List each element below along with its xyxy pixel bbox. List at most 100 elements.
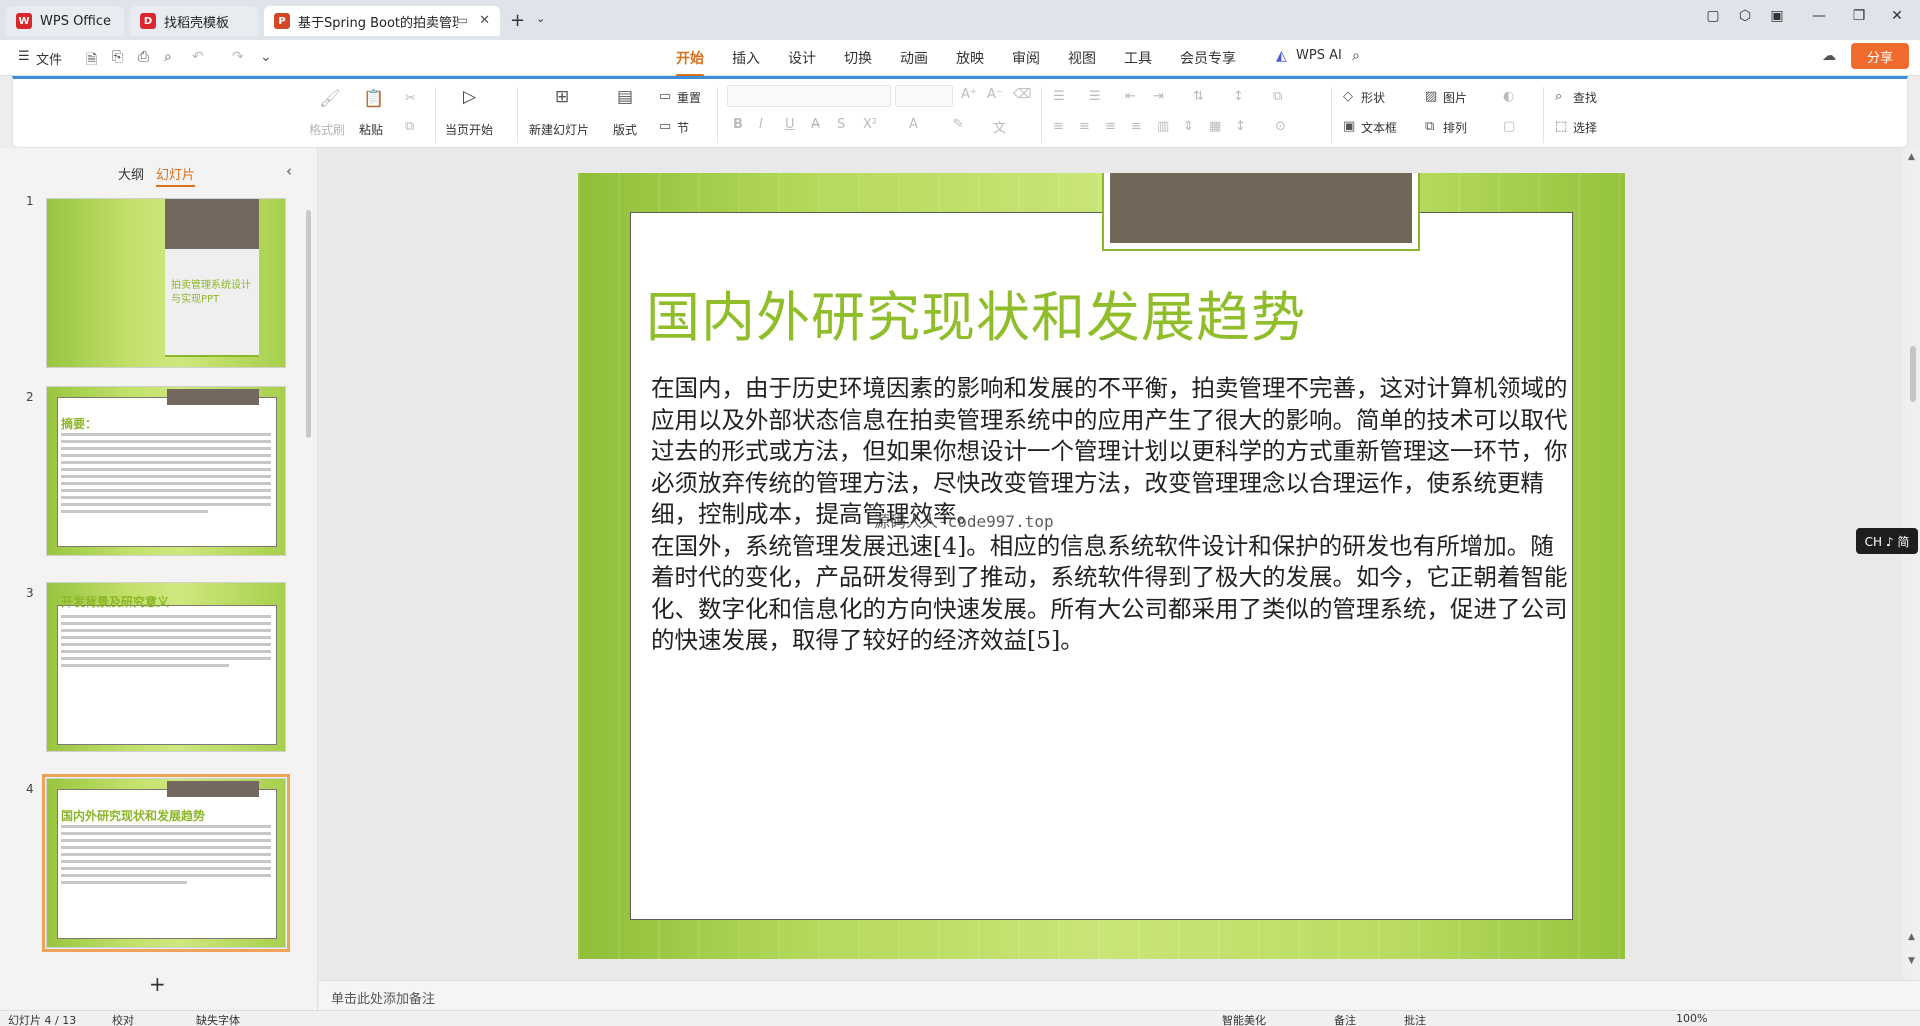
share-button[interactable]: 分享 <box>1851 43 1909 69</box>
restore-icon[interactable]: ❐ <box>1846 8 1872 32</box>
outline-icon[interactable]: ▢ <box>1503 119 1515 134</box>
textbox-button[interactable]: 文本框 <box>1361 119 1397 136</box>
picture-button[interactable]: 图片 <box>1443 89 1467 106</box>
menu-tab-view[interactable]: 视图 <box>1068 48 1096 68</box>
menu-tab-review[interactable]: 审阅 <box>1012 48 1040 68</box>
tab-current-document[interactable]: P 基于Spring Boot的拍卖管理 ▭ ✕ <box>264 6 500 36</box>
panel-scrollbar[interactable] <box>306 210 311 438</box>
find-icon[interactable]: ⌕ <box>1555 89 1562 104</box>
format-painter-button[interactable]: 格式刷 <box>309 121 345 138</box>
undo-icon[interactable]: ↶ <box>192 49 204 65</box>
export-icon[interactable]: ⎘ <box>112 49 123 65</box>
scroll-up-icon[interactable]: ▲ <box>1908 932 1915 942</box>
bold-icon[interactable]: B <box>733 117 743 132</box>
print-icon[interactable]: ⎙ <box>138 49 149 65</box>
increase-font-icon[interactable]: A⁺ <box>961 87 977 102</box>
font-family-select[interactable] <box>727 85 891 107</box>
distribute-icon[interactable]: ▥ <box>1157 119 1169 134</box>
comments-toggle-button[interactable]: 批注 <box>1404 1012 1426 1026</box>
line-spacing-icon[interactable]: ↕ <box>1233 89 1244 104</box>
file-menu[interactable]: 文件 <box>36 49 62 68</box>
arrange-icon[interactable]: ⧉ <box>1425 119 1434 134</box>
monitor-icon[interactable]: ▭ <box>457 13 468 27</box>
slide-thumbnail-2[interactable]: 摘要： <box>46 386 286 556</box>
tab-wps-office[interactable]: W WPS Office <box>6 6 124 36</box>
shadow-icon[interactable]: S <box>837 117 845 132</box>
font-size-select[interactable] <box>895 85 953 107</box>
slide-thumbnail-4[interactable]: 国内外研究现状和发展趋势 <box>42 774 290 952</box>
play-from-current-button[interactable]: 当页开始 <box>445 121 493 138</box>
save-icon[interactable]: 🗎 <box>86 49 97 73</box>
menu-tab-insert[interactable]: 插入 <box>732 48 760 68</box>
columns-icon[interactable]: ▦ <box>1209 119 1221 134</box>
align-center-icon[interactable]: ≡ <box>1079 119 1090 134</box>
wps-ai-button[interactable]: WPS AI <box>1296 48 1342 63</box>
slide-thumbnail-3[interactable]: 开发背景及研究意义 <box>46 582 286 752</box>
play-icon[interactable]: ▷ <box>463 87 476 107</box>
new-slide-icon[interactable]: ⊞ <box>555 87 569 107</box>
notes-area[interactable]: 单击此处添加备注 <box>319 980 1920 1010</box>
minimize-icon[interactable]: — <box>1806 8 1832 32</box>
decrease-font-icon[interactable]: A⁻ <box>987 87 1003 102</box>
tab-docer-templates[interactable]: D 找稻壳模板 <box>130 6 258 36</box>
more-quick-access-icon[interactable]: ⌄ <box>260 49 272 65</box>
slide-thumbnail-1[interactable]: 拍卖管理系统设计与实现PPT <box>46 198 286 368</box>
phonetic-icon[interactable]: 文 <box>993 117 1006 136</box>
shape-icon[interactable]: ◇ <box>1343 89 1353 104</box>
section-icon[interactable]: ▭ <box>659 119 671 134</box>
slide-body-text[interactable]: 在国内，由于历史环境因素的影响和发展的不平衡，拍卖管理不完善，这对计算机领域的应… <box>651 373 1571 657</box>
layout-icon[interactable]: ▤ <box>617 87 633 107</box>
slide-title[interactable]: 国内外研究现状和发展趋势 <box>646 273 1306 352</box>
paste-button[interactable]: 粘贴 <box>359 121 383 138</box>
convert-icon[interactable]: ⧉ <box>1273 89 1282 104</box>
add-slide-icon[interactable]: + <box>149 972 166 996</box>
superscript-icon[interactable]: X² <box>863 117 877 132</box>
smartart-icon[interactable]: ⊙ <box>1275 119 1286 134</box>
shape-button[interactable]: 形状 <box>1361 89 1385 106</box>
textbox-icon[interactable]: ▣ <box>1343 119 1355 134</box>
redo-icon[interactable]: ↷ <box>232 49 244 65</box>
slide-editor[interactable]: 国内外研究现状和发展趋势 在国内，由于历史环境因素的影响和发展的不平衡，拍卖管理… <box>578 173 1625 959</box>
layout-button[interactable]: 版式 <box>613 121 637 138</box>
text-direction-icon[interactable]: ⇅ <box>1193 89 1204 104</box>
cube-icon[interactable]: ⬡ <box>1732 8 1758 32</box>
hamburger-menu-icon[interactable]: ☰ <box>18 49 30 64</box>
find-button[interactable]: 查找 <box>1573 89 1597 106</box>
ime-indicator[interactable]: CH ♪ 简 <box>1856 528 1918 554</box>
avatar-icon[interactable]: ▣ <box>1764 8 1790 32</box>
vertical-align-icon[interactable]: ⇕ <box>1183 119 1194 134</box>
new-tab-icon[interactable]: + <box>510 10 525 31</box>
fill-icon[interactable]: ◐ <box>1503 89 1514 104</box>
select-button[interactable]: 选择 <box>1573 119 1597 136</box>
highlight-icon[interactable]: ✎ <box>953 117 964 132</box>
missing-font-button[interactable]: 缺失字体 <box>196 1012 240 1026</box>
menu-tab-member[interactable]: 会员专享 <box>1180 48 1236 68</box>
menu-tab-transitions[interactable]: 切换 <box>844 48 872 68</box>
scroll-up-icon[interactable]: ▲ <box>1908 152 1915 162</box>
font-color-icon[interactable]: A <box>909 117 918 132</box>
arrange-button[interactable]: 排列 <box>1443 119 1467 136</box>
search-icon[interactable]: ⌕ <box>1352 48 1360 64</box>
new-slide-button[interactable]: 新建幻灯片 <box>529 121 589 138</box>
justify-icon[interactable]: ≡ <box>1131 119 1142 134</box>
reset-icon[interactable]: ▭ <box>659 89 671 104</box>
menu-tab-home[interactable]: 开始 <box>676 48 704 77</box>
scrollbar-thumb[interactable] <box>1910 346 1916 402</box>
notes-toggle-button[interactable]: 备注 <box>1334 1012 1356 1026</box>
scroll-down-icon[interactable]: ▼ <box>1908 956 1915 966</box>
underline-icon[interactable]: U <box>785 117 795 132</box>
strikethrough-icon[interactable]: A̶ <box>811 117 820 132</box>
align-right-icon[interactable]: ≡ <box>1105 119 1116 134</box>
proofread-button[interactable]: 校对 <box>112 1012 134 1026</box>
zoom-level[interactable]: 100% <box>1676 1012 1707 1025</box>
clear-format-icon[interactable]: ⌫ <box>1013 87 1031 102</box>
section-button[interactable]: 节 <box>677 119 689 136</box>
chevron-down-icon[interactable]: ⌄ <box>536 12 545 25</box>
increase-indent-icon[interactable]: ⇥ <box>1153 89 1164 104</box>
paste-icon[interactable]: 📋 <box>363 89 384 109</box>
cloud-upload-icon[interactable]: ☁ <box>1822 48 1836 64</box>
menu-tab-animations[interactable]: 动画 <box>900 48 928 68</box>
menu-tab-tools[interactable]: 工具 <box>1124 48 1152 68</box>
smart-beautify-button[interactable]: 智能美化 <box>1222 1012 1266 1026</box>
tab-outline[interactable]: 大纲 <box>118 164 144 183</box>
